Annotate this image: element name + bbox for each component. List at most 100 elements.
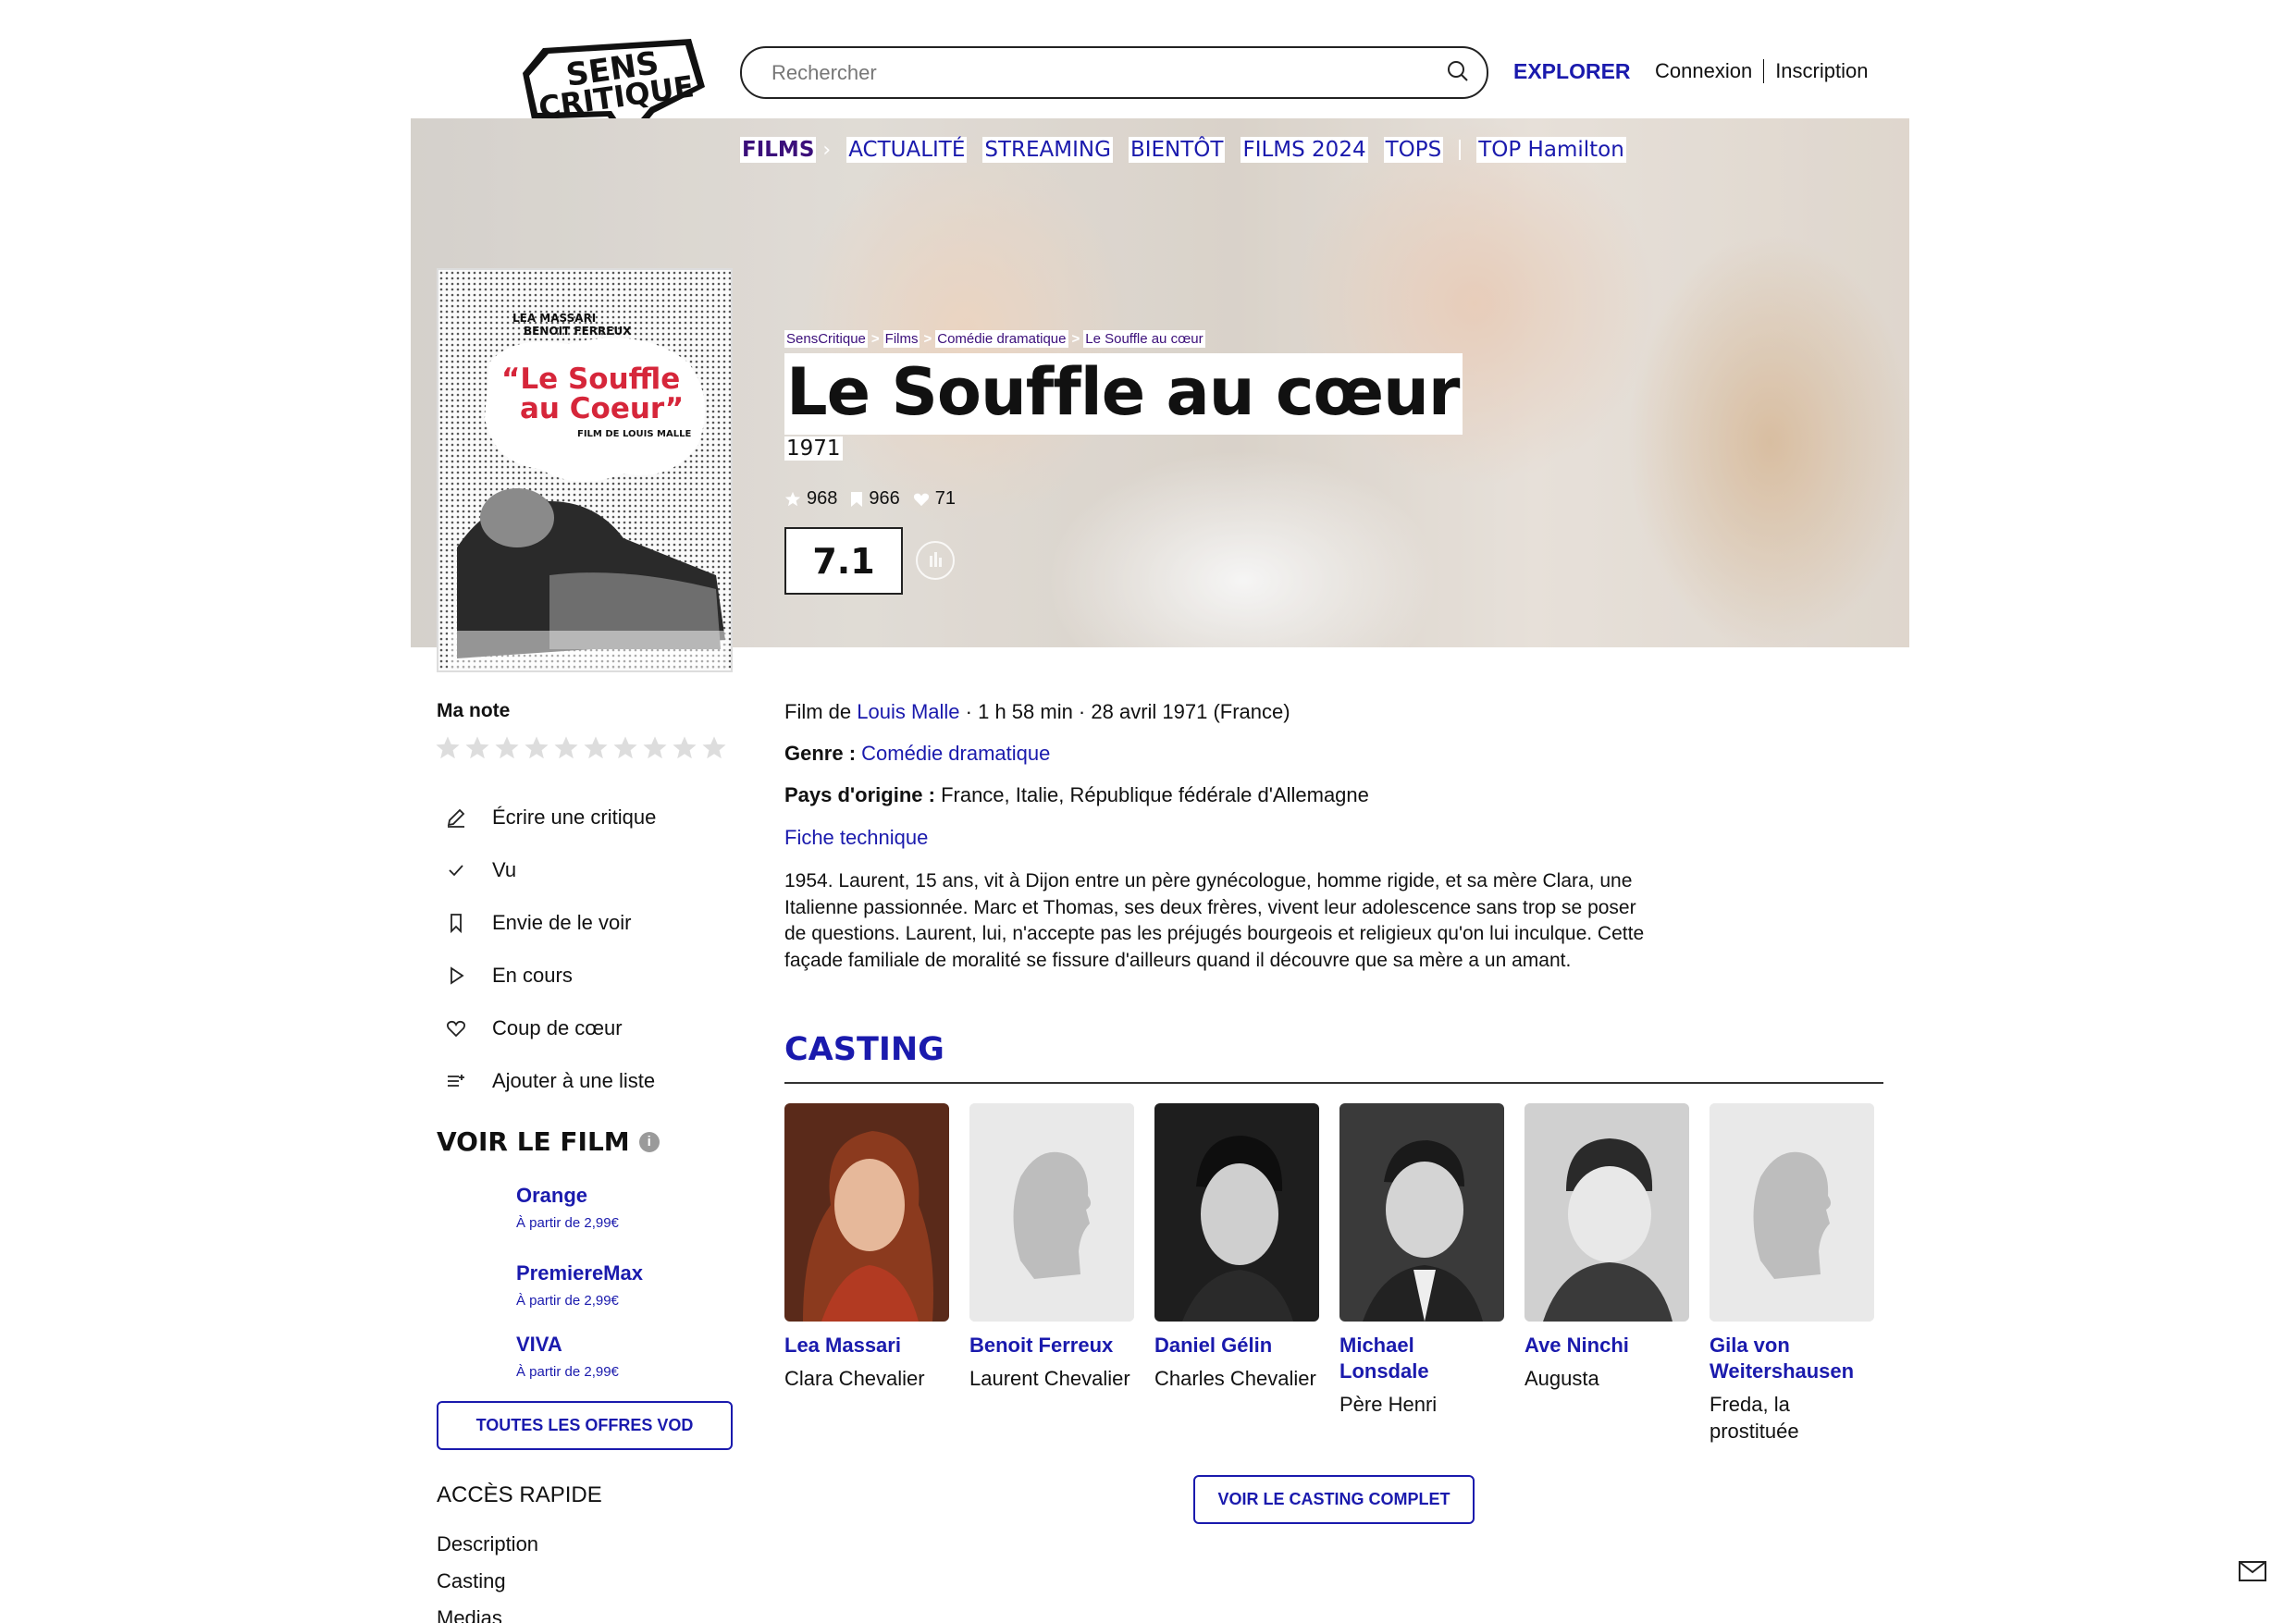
nav-actualite[interactable]: ACTUALITÉ [846,137,968,163]
actor-role: Père Henri [1339,1393,1438,1416]
actor-role: Augusta [1524,1367,1599,1390]
director-prefix: Film de [784,700,852,723]
actor-photo[interactable] [1339,1103,1504,1322]
action-favorite[interactable]: Coup de cœur [444,1002,722,1054]
signup-link[interactable]: Inscription [1775,59,1868,83]
star-icon[interactable] [524,735,549,761]
technical-sheet-line: Fiche technique [784,826,928,850]
actor-name[interactable]: Benoit Ferreux [969,1333,1134,1359]
search-input[interactable] [772,60,1446,85]
star-icon[interactable] [612,735,638,761]
nav-films[interactable]: FILMS [740,137,817,163]
actor-photo[interactable] [784,1103,949,1322]
action-write-review[interactable]: Écrire une critique [444,791,722,843]
nav-tops[interactable]: TOPS [1383,137,1444,163]
star-icon[interactable] [435,735,461,761]
check-icon [449,864,463,876]
star-icon[interactable] [672,735,697,761]
nav-top-hamilton[interactable]: TOP Hamilton [1476,137,1626,163]
info-icon[interactable]: i [638,1131,660,1152]
poster-title-1: “Le Souffle [501,363,680,396]
rating-count: 968 [784,488,837,510]
actor-name[interactable]: Ave Ninchi [1524,1333,1689,1359]
actor-photo[interactable] [1154,1103,1319,1322]
breadcrumb-current[interactable]: Le Souffle au cœur [1083,330,1205,348]
poster-title-2: au Coeur” [520,392,684,425]
nav-bientot[interactable]: BIENTÔT [1128,137,1226,163]
genre-link[interactable]: Comédie dramatique [861,742,1050,765]
vod-offer-orange[interactable]: Orange À partir de 2,99€ [516,1184,757,1231]
breadcrumb-genre[interactable]: Comédie dramatique [935,330,1068,348]
quick-link-description[interactable]: Description [437,1526,538,1563]
country-values: France, Italie, République fédérale d'Al… [941,783,1369,806]
auth-links: Connexion Inscription [1655,59,1868,83]
action-add-to-list[interactable]: Ajouter à une liste [444,1054,722,1107]
wishlist-count: 966 [850,488,900,510]
action-label: En cours [492,963,573,987]
star-icon[interactable] [553,735,579,761]
action-seen[interactable]: Vu [444,843,722,896]
pencil-icon [447,808,465,828]
star-icon[interactable] [464,735,490,761]
breadcrumb-separator: > [1071,331,1080,347]
search-bar[interactable] [740,46,1488,99]
actor-photo[interactable] [1524,1103,1689,1322]
action-label: Envie de le voir [492,910,632,934]
auth-divider [1763,59,1765,83]
play-icon [451,965,464,985]
movie-poster[interactable]: LEA MASSARI BENOIT FERREUX “Le Souffle a… [437,268,733,672]
star-icon[interactable] [642,735,668,761]
rating-count-value: 968 [807,488,838,509]
mail-icon[interactable] [2239,1561,2266,1581]
action-in-progress[interactable]: En cours [444,949,722,1002]
average-score[interactable]: 7.1 [784,527,903,595]
login-link[interactable]: Connexion [1655,59,1752,83]
cast-card[interactable]: Daniel Gélin Charles Chevalier [1154,1103,1319,1445]
full-casting-button[interactable]: VOIR LE CASTING COMPLET [1193,1475,1475,1524]
nav-streaming[interactable]: STREAMING [982,137,1113,163]
vod-offer-viva[interactable]: VIVA À partir de 2,99€ [516,1333,757,1380]
actor-name[interactable]: Michael Lonsdale [1339,1333,1504,1384]
search-icon[interactable] [1446,59,1470,87]
actor-photo-placeholder[interactable] [1710,1103,1874,1322]
list-add-icon [448,1074,464,1087]
quick-link-medias[interactable]: Medias [437,1600,538,1623]
explorer-link[interactable]: EXPLORER [1513,59,1631,84]
score-distribution-icon[interactable] [916,541,955,580]
cast-card[interactable]: Michael Lonsdale Père Henri [1339,1103,1504,1445]
quick-link-casting[interactable]: Casting [437,1563,538,1600]
actor-role: Laurent Chevalier [969,1367,1130,1390]
vod-price: À partir de 2,99€ [516,1215,619,1231]
technical-sheet-link[interactable]: Fiche technique [784,826,928,849]
bookmark-icon [851,491,863,507]
all-vod-offers-button[interactable]: TOUTES LES OFFRES VOD [437,1401,733,1450]
director-link[interactable]: Louis Malle [857,700,959,723]
watch-section-title: VOIR LE FILM i [437,1126,660,1157]
film-credits-line: Film de Louis Malle · 1 h 58 min · 28 av… [784,700,1290,724]
action-label: Écrire une critique [492,805,657,829]
cast-card[interactable]: Ave Ninchi Augusta [1524,1103,1689,1445]
my-rating-label: Ma note [437,700,511,721]
star-icon[interactable] [701,735,727,761]
poster-subtitle: FILM DE LOUIS MALLE [577,429,691,439]
vod-offer-premieremax[interactable]: PremiereMax À partir de 2,99€ [516,1261,757,1309]
my-rating-stars[interactable] [435,735,727,761]
star-icon[interactable] [583,735,609,761]
star-icon[interactable] [494,735,520,761]
actor-photo-placeholder[interactable] [969,1103,1134,1322]
cast-card[interactable]: Lea Massari Clara Chevalier [784,1103,949,1445]
actor-name[interactable]: Gila von Weitershausen [1710,1333,1874,1384]
breadcrumb-senscritique[interactable]: SensCritique [784,330,868,348]
watch-title-text: VOIR LE FILM [437,1126,630,1157]
bookmark-icon [451,913,462,933]
breadcrumb-films[interactable]: Films [883,330,920,348]
nav-films-2024[interactable]: FILMS 2024 [1241,137,1368,163]
cast-card[interactable]: Benoit Ferreux Laurent Chevalier [969,1103,1134,1445]
action-wishlist[interactable]: Envie de le voir [444,896,722,949]
heart-icon [446,1020,466,1037]
cast-card[interactable]: Gila von Weitershausen Freda, la prostit… [1710,1103,1874,1445]
actor-name[interactable]: Daniel Gélin [1154,1333,1319,1359]
country-line: Pays d'origine : France, Italie, Républi… [784,783,1369,807]
wishlist-count-value: 966 [869,488,900,509]
actor-name[interactable]: Lea Massari [784,1333,949,1359]
